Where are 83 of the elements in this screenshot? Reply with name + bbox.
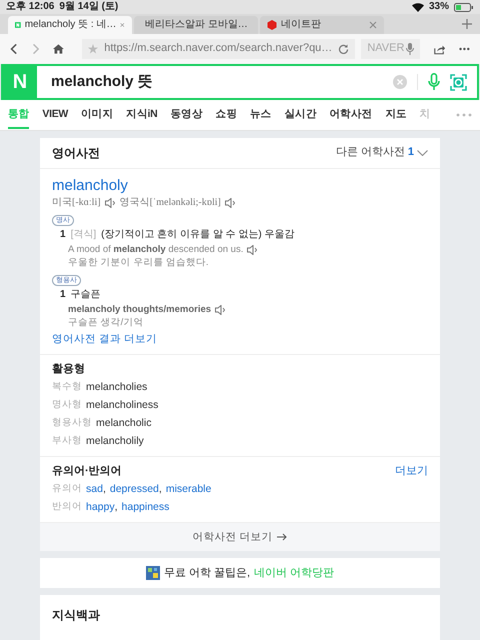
example-sentence: melancholy thoughts/memories — [68, 303, 212, 316]
meaning-text: (장기적이고 흔히 이유를 알 수 없는) 우울감 — [101, 228, 294, 242]
form-value: melancholiness — [86, 398, 158, 412]
comma-separator: , — [102, 482, 106, 496]
status-time: 오후 12:06 — [6, 1, 54, 13]
arrow-right-icon — [277, 533, 288, 542]
more-dictionaries-button[interactable]: 어학사전 더보기 — [40, 523, 440, 552]
more-results-link[interactable]: 영어사전 결과 더보기 — [52, 333, 428, 346]
pronunciation: 미국[-kɑːli] — [52, 197, 101, 209]
word-link[interactable]: depressed — [110, 482, 159, 496]
word-link[interactable]: happy — [86, 500, 115, 514]
microphone-icon[interactable] — [428, 73, 440, 91]
tab-title: 베리타스알파 모바일… — [145, 19, 248, 31]
microphone-icon[interactable] — [406, 43, 414, 55]
form-value: melancholic — [96, 416, 152, 430]
comma-separator: , — [158, 482, 162, 496]
category-tab[interactable]: 뉴스 — [250, 100, 272, 130]
chevron-down-icon — [417, 150, 428, 156]
pronunciation: 영국식[ˈmelənkəli;-kɒli] — [120, 197, 221, 209]
section-title: 영어사전 — [52, 146, 100, 160]
battery-percent: 33% — [428, 1, 449, 13]
headword-link[interactable]: melancholy — [52, 177, 428, 195]
category-tab[interactable]: 동영상 — [170, 100, 203, 130]
sense-number: 1 — [60, 228, 66, 242]
browser-tab[interactable]: melancholy 뜻 : 네… — [8, 16, 132, 34]
forward-icon[interactable] — [32, 42, 40, 56]
wifi-icon — [412, 2, 424, 12]
more-link[interactable]: 더보기 — [395, 465, 428, 478]
hexagon-icon — [267, 20, 277, 30]
address-field[interactable]: https://m.search.naver.com/search.naver?qu… — [82, 39, 356, 59]
category-tab[interactable]: 실시간 — [284, 100, 316, 130]
speaker-icon[interactable] — [104, 198, 116, 208]
example-translation: 구슬픈 생각/기억 — [68, 316, 144, 330]
speaker-icon[interactable] — [215, 304, 226, 315]
section-title: 유의어·반의어 — [52, 465, 122, 478]
battery-icon — [454, 2, 474, 12]
home-icon[interactable] — [53, 43, 64, 55]
close-icon[interactable] — [369, 21, 377, 29]
word-link[interactable]: sad — [86, 482, 103, 496]
section-title: 지식백과 — [52, 608, 100, 622]
word-link[interactable]: happiness — [122, 500, 170, 514]
form-label: 형용사형 — [52, 416, 92, 430]
tab-title: 네이트판 — [281, 19, 322, 31]
word-link[interactable]: miserable — [166, 482, 212, 496]
category-tab[interactable]: 지식iN — [126, 100, 158, 130]
category-tab[interactable]: VIEW — [42, 100, 68, 130]
form-value: melancholies — [86, 380, 148, 394]
relation-label: 유의어 — [52, 482, 82, 496]
tab-title: melancholy 뜻 : 네… — [24, 19, 116, 31]
promo-text: 무료 어학 꿀팁은, — [164, 566, 250, 580]
relation-label: 반의어 — [52, 500, 82, 514]
example-sentence: A mood of melancholy descended on us. — [68, 243, 244, 256]
promo-banner[interactable]: 무료 어학 꿀팁은, 네이버 어학당판 — [40, 558, 440, 588]
browser-tab[interactable]: 네이트판 — [260, 16, 384, 34]
category-tab[interactable]: 지도 — [385, 100, 407, 130]
form-label: 명사형 — [52, 398, 82, 412]
add-tab-icon[interactable] — [462, 19, 472, 29]
speaker-icon[interactable] — [224, 198, 236, 208]
section-title: 활용형 — [52, 362, 86, 376]
category-tab[interactable]: 이미지 — [81, 100, 114, 130]
camera-lens-icon[interactable] — [450, 74, 467, 90]
naver-logo-icon — [15, 20, 21, 30]
mosaic-icon — [146, 566, 160, 580]
usage-tag: [격식] — [70, 228, 96, 242]
search-field[interactable]: melancholy 뜻 — [47, 73, 383, 91]
more-icon[interactable] — [459, 47, 470, 51]
example-translation: 우울한 기분이 우리를 엄습했다. — [68, 256, 210, 270]
form-label: 부사형 — [52, 434, 82, 448]
browser-tab[interactable]: 베리타스알파 모바일… — [134, 16, 258, 34]
comma-separator: , — [114, 500, 118, 514]
form-value: melancholily — [86, 434, 144, 448]
status-date: 9월 14일 (토) — [59, 1, 118, 13]
reload-icon[interactable] — [338, 44, 350, 54]
category-tab[interactable]: 쇼핑 — [216, 100, 237, 130]
form-label: 복수형 — [52, 380, 82, 394]
meaning-text: 구슬픈 — [70, 288, 101, 302]
sense-number: 1 — [60, 288, 66, 302]
close-icon[interactable] — [120, 21, 125, 29]
category-tab[interactable]: 어학사전 — [330, 100, 372, 130]
star-icon[interactable] — [88, 44, 98, 54]
back-icon[interactable] — [10, 42, 18, 56]
speaker-icon[interactable] — [247, 244, 258, 255]
other-dictionary-dropdown[interactable]: 다른 어학사전 1 — [336, 146, 428, 160]
